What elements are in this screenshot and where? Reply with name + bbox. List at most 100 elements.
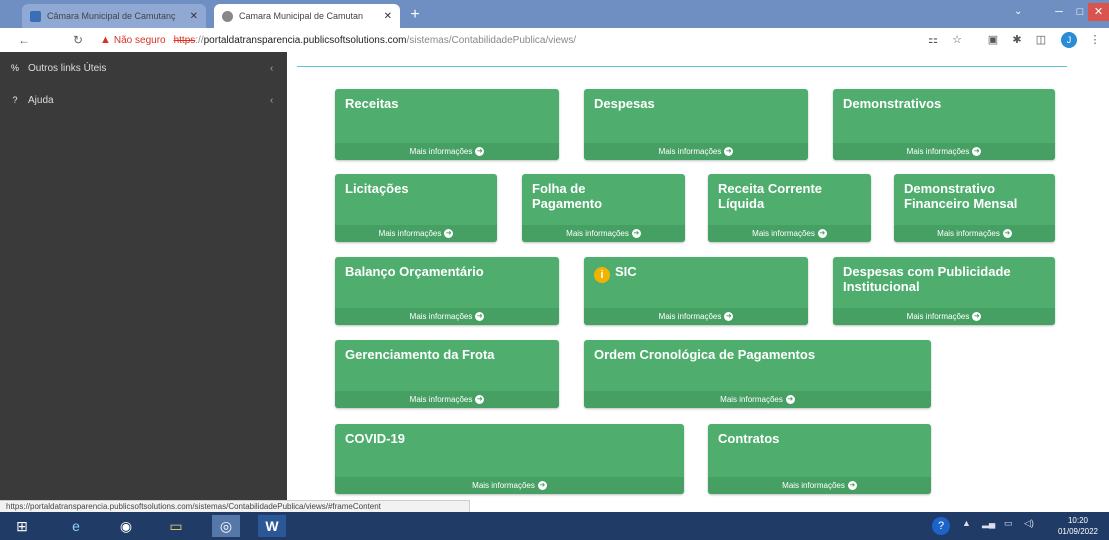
reload-button[interactable]: ↻ <box>68 30 88 50</box>
arrow-right-icon: ➜ <box>972 147 982 157</box>
more-info-link[interactable]: Mais informações ➜ <box>833 308 1055 325</box>
tile-despesas[interactable]: Despesas Mais informações ➜ <box>584 89 808 160</box>
back-button[interactable]: ← <box>14 30 34 50</box>
url-path: /sistemas/ContabilidadePublica/views/ <box>406 34 577 46</box>
tile-receitas[interactable]: Receitas Mais informações ➜ <box>335 89 559 160</box>
arrow-right-icon: ➜ <box>1002 229 1012 239</box>
more-info-link[interactable]: Mais informações ➜ <box>335 391 559 408</box>
tile-sic[interactable]: i SIC Mais informações ➜ <box>584 257 808 325</box>
arrow-right-icon: ➜ <box>631 229 641 239</box>
link-icon: % <box>10 63 19 73</box>
security-label: Não seguro <box>113 34 166 46</box>
folder-icon[interactable]: ▭ <box>162 515 190 537</box>
arrow-right-icon: ➜ <box>475 312 485 322</box>
more-info-link[interactable]: Mais informações ➜ <box>584 308 808 325</box>
sidebar-item-label: Outros links Úteis <box>28 62 107 74</box>
main-content: Receitas Mais informações ➜ Despesas Mais… <box>287 52 1109 500</box>
chevron-down-icon[interactable]: ⌄ <box>1014 6 1032 17</box>
arrow-right-icon: ➜ <box>475 147 485 157</box>
tile-gerenciamento-frota[interactable]: Gerenciamento da Frota Mais informações ➜ <box>335 340 559 408</box>
more-info-link[interactable]: Mais informações ➜ <box>584 143 808 160</box>
sidebar-item-ajuda[interactable]: ? Ajuda ‹ <box>0 89 287 111</box>
ie-icon[interactable]: e <box>62 515 90 537</box>
close-icon[interactable]: ✕ <box>384 11 392 22</box>
volume-icon[interactable]: ◁) <box>1024 518 1034 529</box>
more-info-link[interactable]: Mais informações ➜ <box>708 477 931 494</box>
arrow-right-icon: ➜ <box>475 395 485 405</box>
more-info-link[interactable]: Mais informações ➜ <box>335 225 497 242</box>
tile-title: Despesas com Publicidade Institucional <box>843 264 1011 294</box>
sidebar: % Outros links Úteis ‹ ? Ajuda ‹ <box>0 52 287 500</box>
minimize-button[interactable]: ─ <box>1048 3 1070 21</box>
menu-icon[interactable]: ⋮ <box>1087 32 1103 48</box>
tile-title: Receita Corrente Líquida <box>718 181 823 211</box>
windows-start-icon[interactable]: ⊞ <box>8 515 36 537</box>
tray-up-icon[interactable]: ▲ <box>962 518 971 528</box>
translate-icon[interactable]: ⚏ <box>925 32 941 48</box>
help-icon[interactable]: ? <box>932 517 950 535</box>
url-host: portaldatransparencia.publicsoftsolution… <box>203 34 407 46</box>
tile-licitacoes[interactable]: Licitações Mais informações ➜ <box>335 174 497 242</box>
chrome-icon[interactable]: ◎ <box>212 515 240 537</box>
more-info-link[interactable]: Mais informações ➜ <box>584 391 931 408</box>
more-info-link[interactable]: Mais informações ➜ <box>335 143 559 160</box>
clock[interactable]: 10:20 01/09/2022 <box>1052 515 1104 537</box>
avatar[interactable]: J <box>1061 32 1077 48</box>
puzzle-icon[interactable]: ✱ <box>1009 32 1025 48</box>
tile-receita-corrente-liquida[interactable]: Receita Corrente Líquida Mais informaçõe… <box>708 174 871 242</box>
tile-covid-19[interactable]: COVID-19 Mais informações ➜ <box>335 424 684 494</box>
sidebar-item-label: Ajuda <box>28 94 54 106</box>
sidebar-item-outros-links[interactable]: % Outros links Úteis ‹ <box>0 57 287 79</box>
tile-title: Demonstrativos <box>843 96 942 111</box>
tile-demonstrativos[interactable]: Demonstrativos Mais informações ➜ <box>833 89 1055 160</box>
more-info-link[interactable]: Mais informações ➜ <box>335 477 684 494</box>
tab-camara-2[interactable]: Camara Municipal de Camutan ✕ <box>214 4 400 28</box>
more-info-link[interactable]: Mais informações ➜ <box>894 225 1055 242</box>
clock-date: 01/09/2022 <box>1057 527 1099 536</box>
arrow-right-icon: ➜ <box>817 229 827 239</box>
close-window-button[interactable]: ✕ <box>1088 3 1109 21</box>
url-separator: :// <box>195 34 204 46</box>
more-info-link[interactable]: Mais informações ➜ <box>708 225 871 242</box>
tab-camara-1[interactable]: Câmara Municipal de Camutanç ✕ <box>22 4 206 28</box>
tile-despesas-publicidade[interactable]: Despesas com Publicidade Institucional M… <box>833 257 1055 325</box>
tile-title: Demonstrativo Financeiro Mensal <box>904 181 1018 211</box>
tile-title: Despesas <box>594 96 655 111</box>
extension-icon[interactable]: ▣ <box>985 32 1001 48</box>
close-icon[interactable]: ✕ <box>190 11 198 22</box>
arrow-right-icon: ➜ <box>847 481 857 491</box>
star-icon[interactable]: ☆ <box>949 32 965 48</box>
more-info-link[interactable]: Mais informações ➜ <box>833 143 1055 160</box>
tile-ordem-cronologica[interactable]: Ordem Cronológica de Pagamentos Mais inf… <box>584 340 931 408</box>
media-player-icon[interactable]: ◉ <box>112 515 140 537</box>
mail-icon <box>30 10 41 22</box>
warning-icon: ▲ <box>100 34 111 46</box>
tab-title: Camara Municipal de Camutan <box>239 11 364 21</box>
network-icon[interactable]: ▂▄ <box>982 518 995 529</box>
question-icon: ? <box>12 95 18 105</box>
info-icon: i <box>594 267 610 283</box>
chevron-left-icon: ‹ <box>270 62 274 74</box>
more-info-link[interactable]: Mais informações ➜ <box>335 308 559 325</box>
tile-contratos[interactable]: Contratos Mais informações ➜ <box>708 424 931 494</box>
tile-title: Contratos <box>718 431 780 446</box>
new-tab-button[interactable]: + <box>406 6 424 24</box>
maximize-button[interactable]: □ <box>1072 3 1088 21</box>
arrow-right-icon: ➜ <box>724 147 734 157</box>
sidepanel-icon[interactable]: ◫ <box>1033 32 1049 48</box>
tile-demonstrativo-financeiro-mensal[interactable]: Demonstrativo Financeiro Mensal Mais inf… <box>894 174 1055 242</box>
keyboard-icon[interactable]: ▭ <box>1004 518 1013 529</box>
address-bar[interactable]: ▲ Não seguro https://portaldatransparenc… <box>100 30 920 50</box>
word-icon[interactable]: W <box>258 515 286 537</box>
more-info-link[interactable]: Mais informações ➜ <box>522 225 685 242</box>
divider <box>297 66 1067 67</box>
tile-title: COVID-19 <box>345 431 405 446</box>
chevron-left-icon: ‹ <box>270 94 274 106</box>
arrow-right-icon: ➜ <box>972 312 982 322</box>
tile-title: Ordem Cronológica de Pagamentos <box>594 347 816 362</box>
globe-icon <box>222 10 233 22</box>
browser-tab-bar: Câmara Municipal de Camutanç ✕ Camara Mu… <box>0 0 1109 28</box>
tile-folha-de-pagamento[interactable]: Folha de Pagamento Mais informações ➜ <box>522 174 685 242</box>
url-scheme: https <box>173 34 196 46</box>
tile-balanco-orcamentario[interactable]: Balanço Orçamentário Mais informações ➜ <box>335 257 559 325</box>
